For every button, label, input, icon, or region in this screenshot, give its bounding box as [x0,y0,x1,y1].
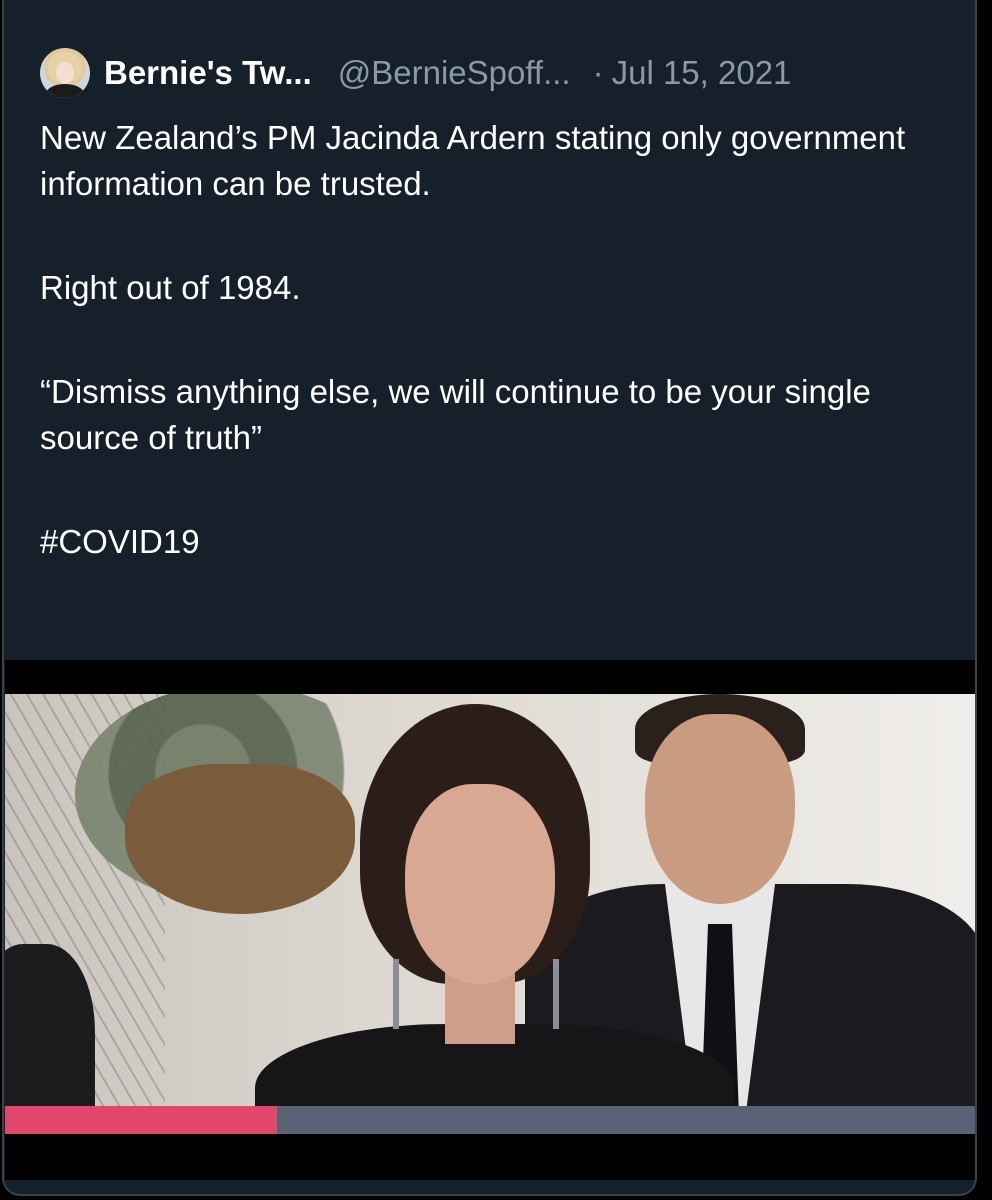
tweet-text-line: New Zealand’s PM Jacinda Ardern stating … [40,119,906,202]
tweet-body: New Zealand’s PM Jacinda Ardern stating … [40,115,940,565]
author-avatar[interactable] [40,48,90,98]
header-separator: · [592,54,604,91]
video-progress-fill [5,1106,277,1134]
tweet-card[interactable]: Bernie's Tw... @BernieSpoff... · Jul 15,… [2,0,977,1196]
video-scene-man-head [645,714,795,904]
video-scene-earring-right [553,959,559,1029]
hashtag-link[interactable]: #COVID19 [40,519,940,565]
tweet-media[interactable] [5,660,975,1180]
tweet-quote: “Dismiss anything else, we will continue… [40,373,871,456]
video-scene-woman-face [405,784,555,984]
video-player[interactable] [5,694,975,1134]
video-scene-earring-left [393,959,399,1029]
video-progress-bar[interactable] [5,1106,975,1134]
avatar-shoulders [46,84,84,98]
tweet-header: Bernie's Tw... @BernieSpoff... · Jul 15,… [40,48,791,98]
video-scene-pot [125,764,355,914]
tweet-text-line: Right out of 1984. [40,269,301,306]
author-display-name[interactable]: Bernie's Tw... [104,54,312,92]
author-handle[interactable]: @BernieSpoff... [338,54,571,92]
tweet-date[interactable]: Jul 15, 2021 [612,54,792,92]
avatar-face [56,62,74,84]
